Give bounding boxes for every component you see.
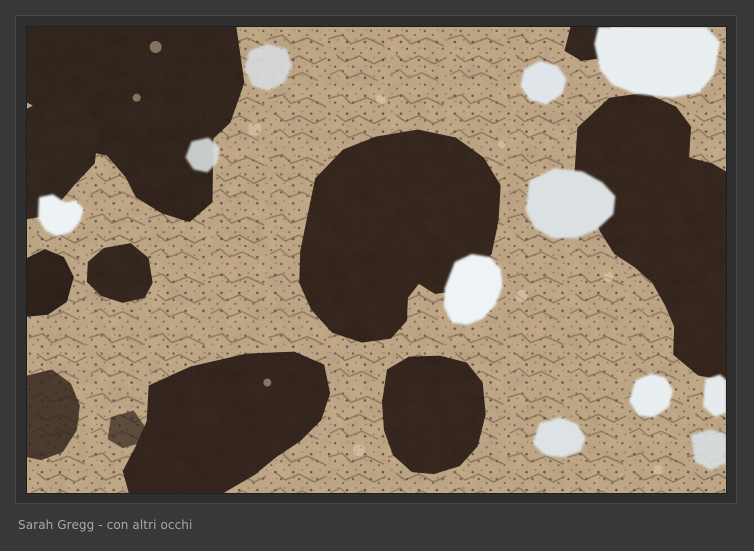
lichen-photo (26, 26, 727, 494)
photo-caption: Sarah Gregg - con altri occhi (18, 518, 193, 532)
lichen-texture (27, 27, 726, 493)
